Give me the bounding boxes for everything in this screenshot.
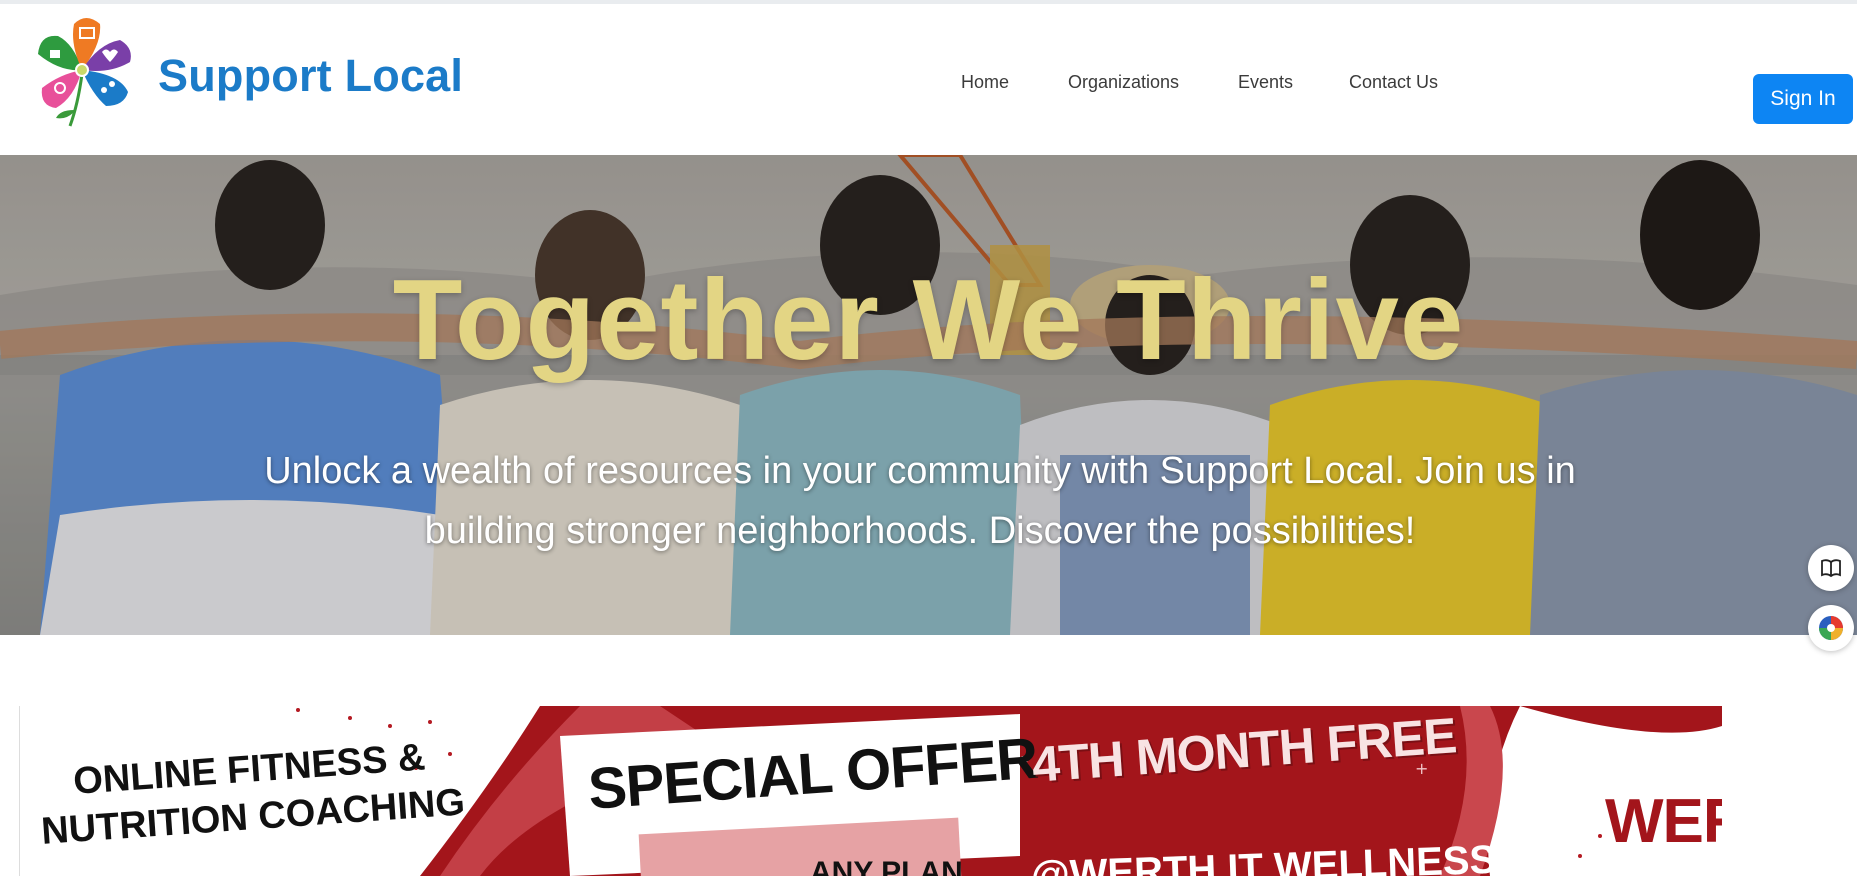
hero-banner: Together We Thrive Unlock a wealth of re… — [0, 155, 1857, 635]
promo-banner[interactable]: + + ONLINE FITNESS & NUTRITION COACHING … — [19, 706, 1722, 876]
book-icon[interactable] — [1808, 545, 1854, 591]
banner-werth-logo: WERTH — [1605, 787, 1722, 856]
nav-home[interactable]: Home — [961, 72, 1009, 93]
banner-plan: ANY PLAN — [810, 856, 963, 876]
sign-in-button[interactable]: Sign In — [1753, 74, 1853, 124]
color-wheel-icon[interactable] — [1808, 605, 1854, 651]
hero-title: Together We Thrive — [392, 257, 1465, 384]
nav-events[interactable]: Events — [1238, 72, 1293, 93]
nav-organizations[interactable]: Organizations — [1068, 72, 1179, 93]
hero-background-image — [0, 155, 1857, 635]
site-header: Support Local Home Organizations Events … — [0, 4, 1857, 154]
support-local-logo[interactable] — [30, 14, 142, 132]
brand-name[interactable]: Support Local — [158, 50, 463, 102]
nav-contact-us[interactable]: Contact Us — [1349, 72, 1438, 93]
hero-subtitle: Unlock a wealth of resources in your com… — [264, 450, 1576, 552]
